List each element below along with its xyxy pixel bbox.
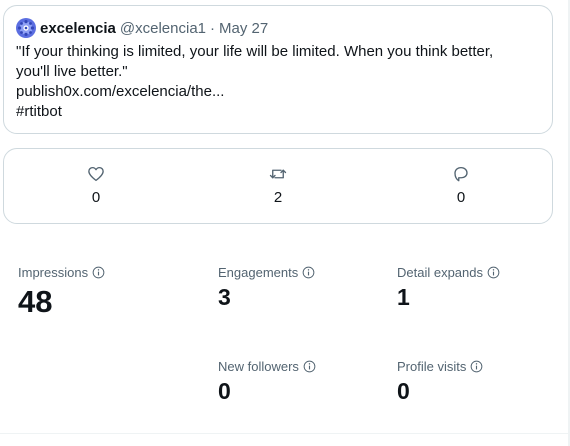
metric-engagements: Engagements 3 [218,264,315,309]
tweet-date[interactable]: May 27 [219,20,268,37]
impressions-value: 48 [18,284,53,319]
author-name[interactable]: excelencia [40,20,116,37]
info-icon[interactable] [470,360,483,373]
retweet-icon [269,169,287,179]
engagements-label: Engagements [218,264,299,280]
profile-visits-value: 0 [397,378,410,404]
retweet-action[interactable]: 2 [248,165,308,206]
metric-profile-visits: Profile visits 0 [397,358,483,403]
engagements-value: 3 [218,284,231,310]
mandala-avatar-icon [16,18,36,38]
tweet-link[interactable]: publish0x.com/excelencia/the... [16,82,526,102]
separator-dot: · [210,19,216,37]
detail-expands-label: Detail expands [397,264,483,280]
author-handle[interactable]: @xcelencia1 [120,20,206,37]
metric-impressions: Impressions 48 [18,264,105,317]
new-followers-value: 0 [218,378,231,404]
tweet-text: "If your thinking is limited, your life … [16,42,526,122]
metric-new-followers: New followers 0 [218,358,316,403]
like-action[interactable]: 0 [66,165,126,206]
info-icon[interactable] [92,266,105,279]
like-count: 0 [91,189,101,206]
tweet-hashtag[interactable]: #rtitbot [16,102,526,122]
tweet-card[interactable]: excelencia @xcelencia1 · May 27 "If your… [3,5,553,134]
new-followers-label: New followers [218,358,299,374]
divider [0,433,570,434]
reply-icon [454,166,468,182]
info-icon[interactable] [302,266,315,279]
avatar[interactable] [16,18,36,38]
reply-action[interactable]: 0 [431,165,491,206]
tweet-header: excelencia @xcelencia1 · May 27 [16,18,540,38]
impressions-label: Impressions [18,264,89,280]
profile-visits-label: Profile visits [397,358,467,374]
reply-count: 0 [456,189,466,206]
tweet-actions-card: 0 2 0 [3,148,553,224]
info-icon[interactable] [487,266,500,279]
detail-expands-value: 1 [397,284,410,310]
info-icon[interactable] [303,360,316,373]
heart-icon [88,166,104,182]
tweet-quote-text: "If your thinking is limited, your life … [16,43,498,80]
retweet-count: 2 [273,189,283,206]
metric-detail-expands: Detail expands 1 [397,264,500,309]
